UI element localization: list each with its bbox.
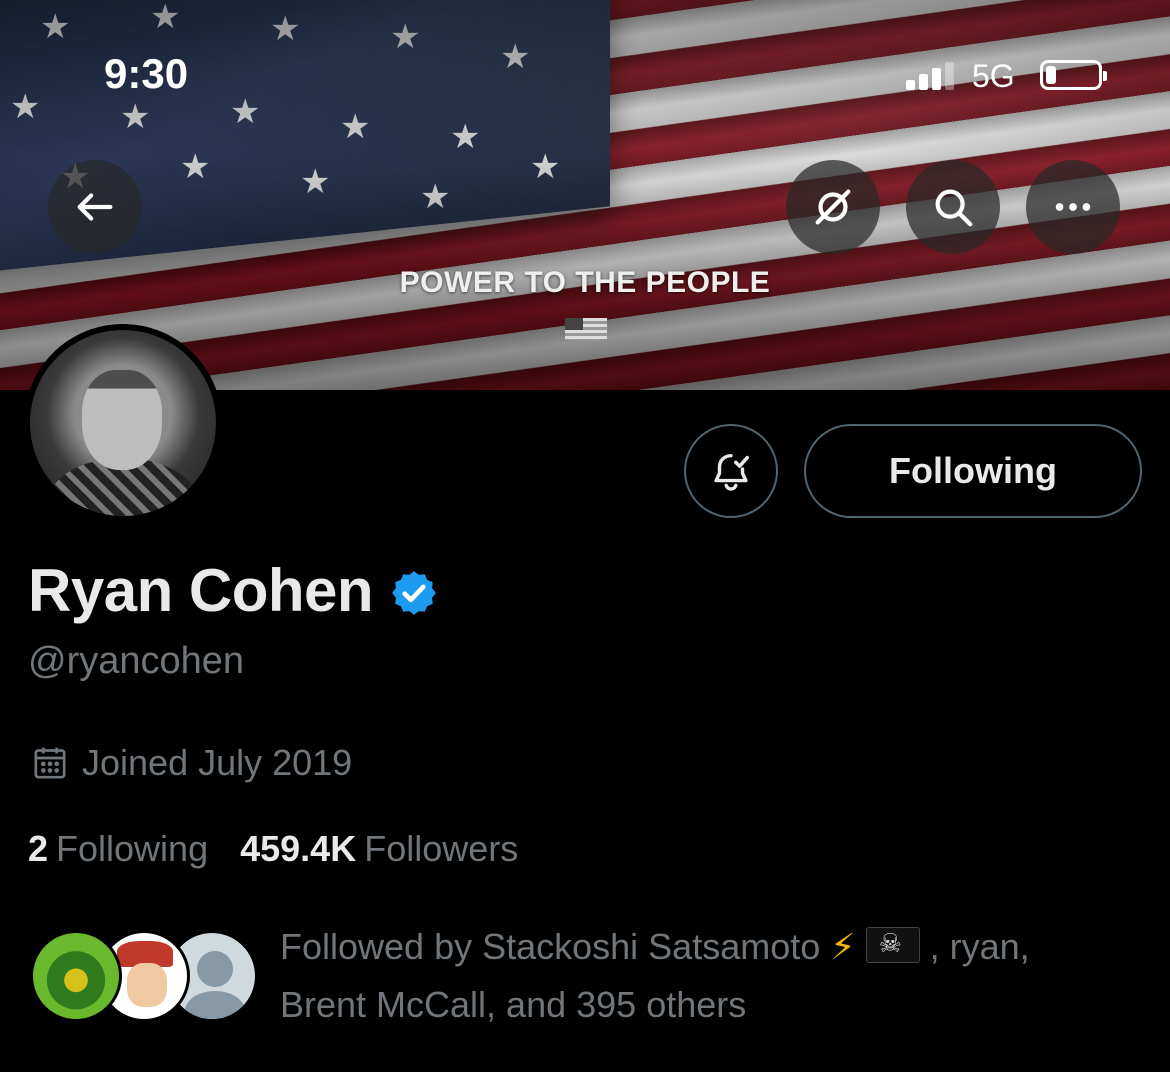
followed-by-prefix: Followed by Stackoshi Satsamoto (280, 926, 821, 967)
name-row: Ryan Cohen (28, 556, 439, 625)
pirate-flag-icon (865, 927, 920, 963)
following-stat[interactable]: 2 Following (28, 828, 208, 870)
back-button[interactable] (48, 160, 142, 254)
followers-label: Followers (364, 828, 519, 869)
mutual-followers-avatars[interactable] (30, 930, 258, 1026)
lightning-emoji: ⚡ (830, 927, 856, 968)
bell-check-icon (714, 453, 750, 491)
avatar-image (30, 330, 216, 516)
following-button[interactable]: Following (804, 424, 1142, 518)
battery-level (1046, 66, 1056, 84)
joined-date: Joined July 2019 (82, 742, 353, 783)
avatar-face-shape (127, 963, 167, 1007)
follow-stats: 2 Following 459.4K Followers (28, 828, 550, 870)
search-button[interactable] (906, 160, 1000, 254)
status-time: 9:30 (104, 50, 189, 97)
arrow-left-icon (77, 193, 113, 221)
us-flag-icon (565, 318, 607, 340)
network-type: 5G (972, 58, 1015, 94)
following-label: Following (56, 828, 209, 869)
grok-icon (815, 189, 851, 225)
signal-strength-icon (906, 62, 954, 90)
followers-count: 459.4K (240, 828, 357, 869)
followed-by-suffix: , ryan, (919, 926, 1030, 967)
avatar-face-shape (82, 370, 162, 470)
profile-screen: ★ ★ ★ ★ ★ ★ ★ ★ ★ ★ ★ ★ ★ ★ ★ POWER TO T… (0, 0, 1170, 1072)
avatar-head-shape (197, 951, 233, 987)
more-button[interactable] (1026, 160, 1120, 254)
mutual-follower-avatar (30, 930, 122, 1022)
verified-badge-icon[interactable] (389, 568, 439, 618)
followers-stat[interactable]: 459.4K Followers (240, 828, 518, 870)
joined-date-row: Joined July 2019 (30, 742, 352, 784)
profile-handle: @ryancohen (28, 640, 245, 682)
battery-icon (1040, 60, 1107, 90)
following-count: 2 (28, 828, 49, 869)
banner-text: POWER TO THE PEOPLE (399, 266, 771, 299)
profile-avatar[interactable] (24, 324, 222, 522)
more-icon (1055, 203, 1091, 211)
display-name: Ryan Cohen (28, 557, 374, 624)
followed-by-text[interactable]: Followed by Stackoshi Satsamoto ⚡ , ryan… (280, 918, 1140, 1033)
followed-by-line2: Brent McCall, and 395 others (280, 984, 747, 1025)
notifications-button[interactable] (684, 424, 778, 518)
grok-button[interactable] (786, 160, 880, 254)
search-icon (935, 189, 973, 227)
avatar-body-shape (185, 991, 245, 1019)
calendar-icon (34, 747, 66, 779)
